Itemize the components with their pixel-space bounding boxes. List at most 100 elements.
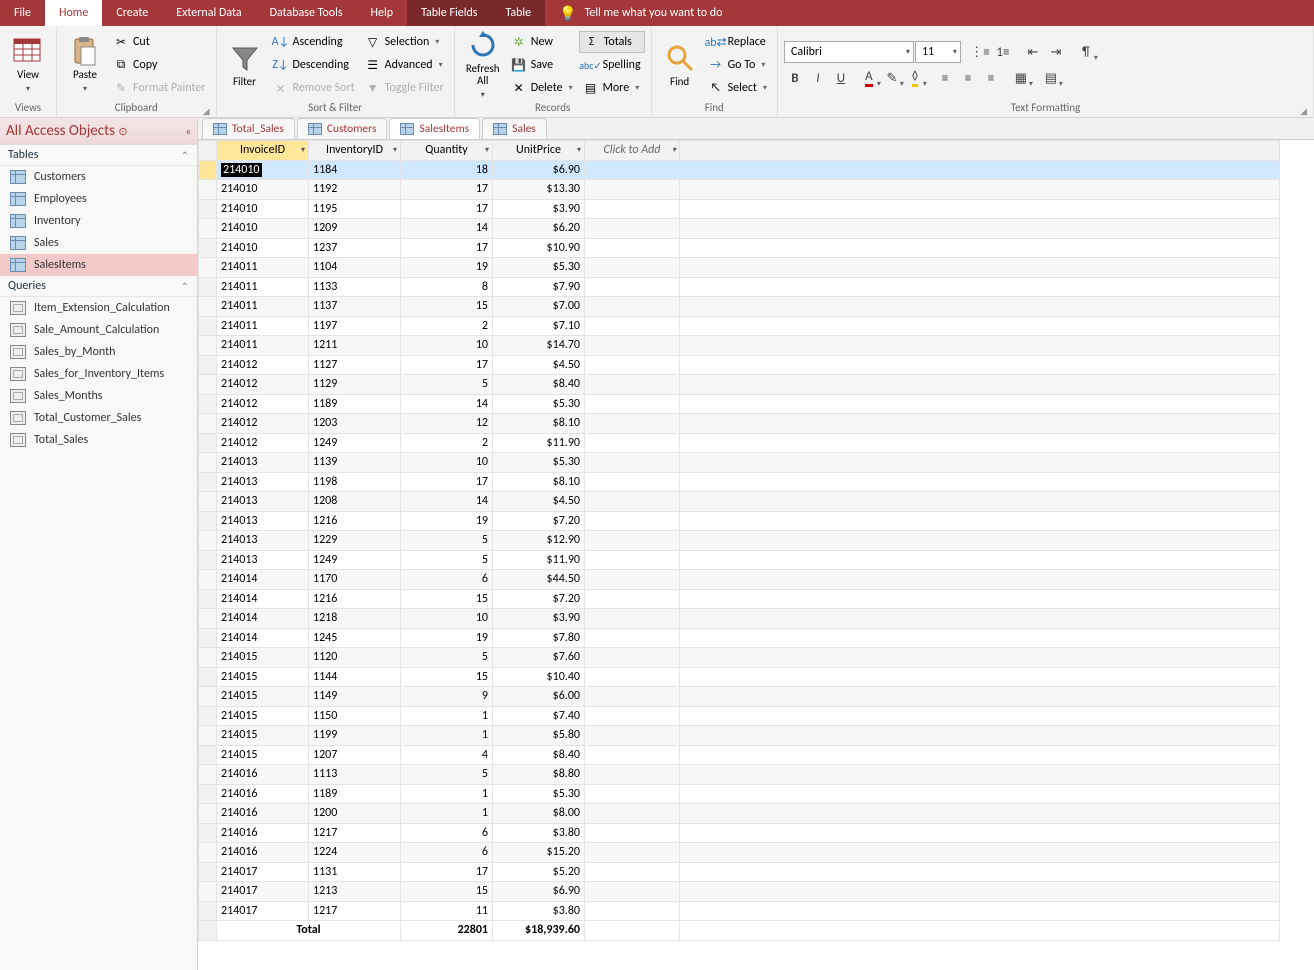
row-selector[interactable]: [199, 238, 217, 258]
cell-blank[interactable]: [585, 843, 680, 863]
table-row[interactable]: 21401511205$7.60: [199, 648, 1280, 668]
table-row[interactable]: 21401312495$11.90: [199, 550, 1280, 570]
cell-blank[interactable]: [585, 765, 680, 785]
cell-inventoryid[interactable]: 1139: [309, 453, 401, 473]
align-left-button[interactable]: ≡: [934, 67, 956, 89]
row-selector[interactable]: [199, 355, 217, 375]
cell-inventoryid[interactable]: 1104: [309, 258, 401, 278]
cell-inventoryid[interactable]: 1207: [309, 745, 401, 765]
cell-inventoryid[interactable]: 1217: [309, 823, 401, 843]
cell-inventoryid[interactable]: 1208: [309, 492, 401, 512]
cell-blank[interactable]: [680, 609, 1280, 629]
row-selector[interactable]: [199, 765, 217, 785]
cell-blank[interactable]: [585, 687, 680, 707]
cell-blank[interactable]: [680, 297, 1280, 317]
dialog-launcher-icon[interactable]: ◢: [1300, 106, 1307, 117]
cell-quantity[interactable]: 8: [401, 277, 493, 297]
row-selector[interactable]: [199, 570, 217, 590]
delete-button[interactable]: ✕Delete▾: [507, 77, 577, 99]
cell-quantity[interactable]: 14: [401, 219, 493, 239]
row-selector[interactable]: [199, 199, 217, 219]
cell-unitprice[interactable]: $4.50: [493, 492, 585, 512]
cell-blank[interactable]: [680, 511, 1280, 531]
row-selector[interactable]: [199, 453, 217, 473]
cell-invoiceid[interactable]: 214011: [217, 316, 309, 336]
find-button[interactable]: Find: [658, 29, 702, 101]
cell-invoiceid[interactable]: 214015: [217, 726, 309, 746]
cell-invoiceid[interactable]: 214016: [217, 804, 309, 824]
cell-quantity[interactable]: 15: [401, 297, 493, 317]
cell-unitprice[interactable]: $6.90: [493, 160, 585, 180]
nav-item-employees[interactable]: Employees: [0, 188, 197, 210]
cell-blank[interactable]: [585, 297, 680, 317]
cell-unitprice[interactable]: $7.90: [493, 277, 585, 297]
cell-invoiceid[interactable]: 214013: [217, 511, 309, 531]
ribbon-tab-database-tools[interactable]: Database Tools: [256, 0, 357, 26]
nav-item-total_sales[interactable]: Total_Sales: [0, 429, 197, 451]
cell-inventoryid[interactable]: 1150: [309, 706, 401, 726]
row-selector[interactable]: [199, 648, 217, 668]
chevron-down-icon[interactable]: ▾: [485, 145, 489, 155]
cell-blank[interactable]: [585, 355, 680, 375]
row-selector[interactable]: [199, 433, 217, 453]
cell-inventoryid[interactable]: 1189: [309, 394, 401, 414]
cell-blank[interactable]: [680, 901, 1280, 921]
cell-blank[interactable]: [585, 336, 680, 356]
cell-unitprice[interactable]: $11.90: [493, 550, 585, 570]
cell-blank[interactable]: [680, 199, 1280, 219]
nav-item-sale_amount_calculation[interactable]: Sale_Amount_Calculation: [0, 319, 197, 341]
cell-blank[interactable]: [585, 706, 680, 726]
table-row[interactable]: 214013120814$4.50: [199, 492, 1280, 512]
cell-blank[interactable]: [680, 726, 1280, 746]
cell-invoiceid[interactable]: 214011: [217, 297, 309, 317]
cell-unitprice[interactable]: $7.80: [493, 628, 585, 648]
row-selector[interactable]: [199, 901, 217, 921]
highlight-button[interactable]: ✎▾: [881, 67, 903, 89]
doc-tab-sales[interactable]: Sales: [482, 118, 547, 139]
cell-inventoryid[interactable]: 1120: [309, 648, 401, 668]
table-row[interactable]: 214013119817$8.10: [199, 472, 1280, 492]
cell-invoiceid[interactable]: 214011: [217, 277, 309, 297]
cell-inventoryid[interactable]: 1113: [309, 765, 401, 785]
cell-inventoryid[interactable]: 1211: [309, 336, 401, 356]
table-row[interactable]: 214017121315$6.90: [199, 882, 1280, 902]
gridlines-button[interactable]: ▦▾: [1010, 67, 1032, 89]
cell-unitprice[interactable]: $7.20: [493, 511, 585, 531]
doc-tab-customers[interactable]: Customers: [297, 118, 388, 139]
cell-quantity[interactable]: 19: [401, 511, 493, 531]
cell-inventoryid[interactable]: 1216: [309, 511, 401, 531]
cell-blank[interactable]: [680, 667, 1280, 687]
table-row[interactable]: 21401312295$12.90: [199, 531, 1280, 551]
cell-blank[interactable]: [680, 531, 1280, 551]
cell-quantity[interactable]: 19: [401, 258, 493, 278]
cell-blank[interactable]: [585, 628, 680, 648]
table-row[interactable]: 21401512074$8.40: [199, 745, 1280, 765]
cell-quantity[interactable]: 5: [401, 550, 493, 570]
doc-tab-salesitems[interactable]: SalesItems: [389, 118, 480, 139]
cell-blank[interactable]: [585, 550, 680, 570]
cell-inventoryid[interactable]: 1197: [309, 316, 401, 336]
cell-inventoryid[interactable]: 1192: [309, 180, 401, 200]
table-row[interactable]: 214014121615$7.20: [199, 589, 1280, 609]
goto-button[interactable]: →Go To▾: [704, 54, 771, 76]
bullets-button[interactable]: ⋮≡: [969, 41, 991, 63]
cell-unitprice[interactable]: $7.60: [493, 648, 585, 668]
cell-unitprice[interactable]: $13.30: [493, 180, 585, 200]
column-header-unitprice[interactable]: UnitPrice▾: [493, 141, 585, 161]
nav-section-queries[interactable]: Queries⌃: [0, 276, 197, 297]
ribbon-tab-file[interactable]: File: [0, 0, 45, 26]
cell-unitprice[interactable]: $4.50: [493, 355, 585, 375]
cell-inventoryid[interactable]: 1245: [309, 628, 401, 648]
cell-unitprice[interactable]: $44.50: [493, 570, 585, 590]
cell-blank[interactable]: [680, 277, 1280, 297]
cell-quantity[interactable]: 5: [401, 531, 493, 551]
nav-item-total_customer_sales[interactable]: Total_Customer_Sales: [0, 407, 197, 429]
refresh-all-button[interactable]: Refresh All ▾: [461, 29, 505, 101]
cell-quantity[interactable]: 19: [401, 628, 493, 648]
cell-blank[interactable]: [585, 823, 680, 843]
cell-quantity[interactable]: 17: [401, 862, 493, 882]
row-selector[interactable]: [199, 472, 217, 492]
cell-blank[interactable]: [680, 862, 1280, 882]
nav-section-tables[interactable]: Tables⌃: [0, 145, 197, 166]
chevron-down-icon[interactable]: ▾: [301, 145, 305, 155]
